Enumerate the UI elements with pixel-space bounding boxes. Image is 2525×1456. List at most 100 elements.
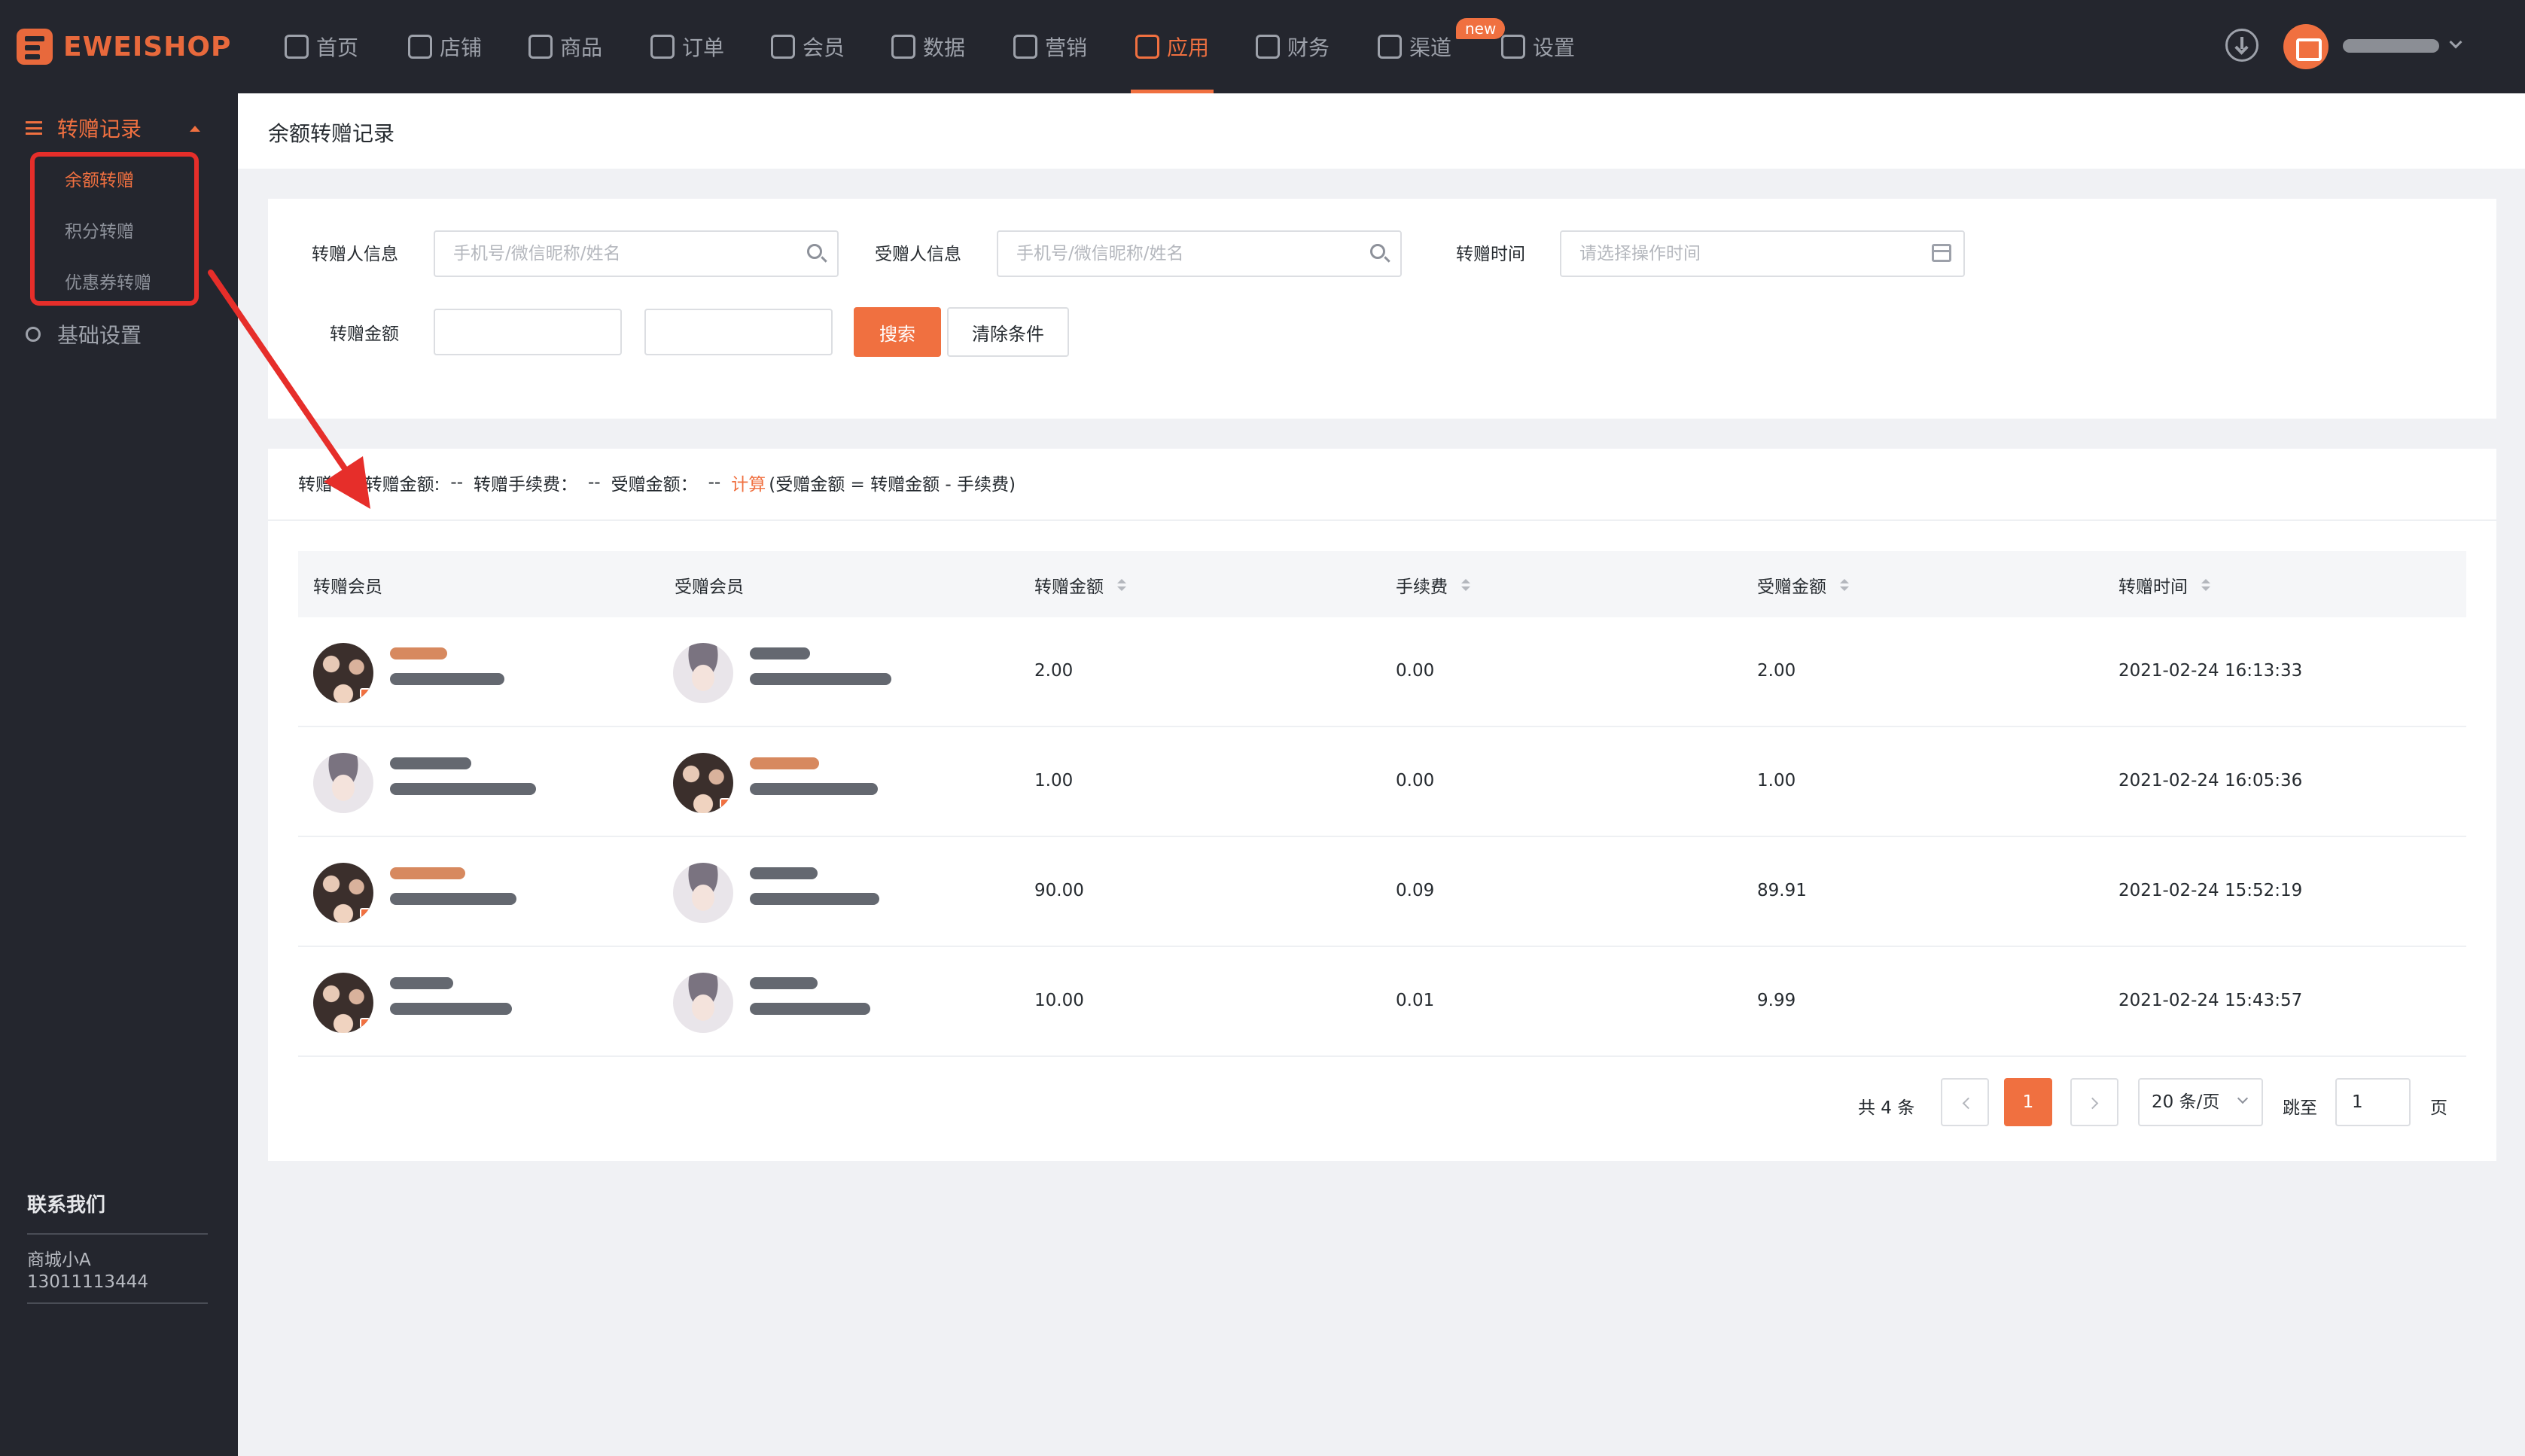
receiver-avatar [673, 753, 733, 813]
calendar-icon[interactable] [1932, 244, 1951, 262]
fee: 0.01 [1396, 991, 1435, 1010]
app-icon [1135, 35, 1159, 59]
nav-label: 渠道 [1409, 35, 1452, 60]
page-size-select[interactable]: 20 条/页 [2138, 1078, 2263, 1126]
table-header: 转赠会员 受赠会员 转赠金额 手续费 受赠金额 转赠时间 [298, 551, 2466, 617]
receiver-avatar [673, 643, 733, 703]
page-size-value: 20 条/页 [2152, 1092, 2220, 1112]
nav-item-marketing[interactable]: 营销 [1013, 0, 1087, 93]
nav-item-goods[interactable]: 商品 [528, 0, 602, 93]
amount-min-input[interactable] [434, 309, 622, 355]
sidebar-item-label: 基础设置 [57, 323, 142, 348]
nav-item-apps[interactable]: 应用 [1130, 0, 1214, 93]
download-icon[interactable] [2225, 29, 2258, 62]
table-row: 90.00 0.09 89.91 2021-02-24 15:52:19 [298, 837, 2466, 947]
nav-item-members[interactable]: 会员 [771, 0, 845, 93]
giver-avatar [313, 973, 373, 1033]
member-badge-icon [720, 798, 730, 809]
summary-received-value: -- [708, 473, 721, 492]
member-badge-icon [360, 688, 370, 699]
transfer-time: 2021-02-24 16:05:36 [2118, 771, 2303, 790]
transfer-time: 2021-02-24 15:52:19 [2118, 881, 2303, 900]
giver-info-input[interactable] [434, 230, 839, 277]
current-page-button[interactable]: 1 [2004, 1078, 2052, 1126]
sort-icon[interactable] [2201, 579, 2210, 591]
nav-item-data[interactable]: 数据 [891, 0, 965, 93]
transfer-amount: 1.00 [1034, 771, 1074, 790]
account-name-redacted[interactable] [2343, 39, 2439, 53]
column-fee[interactable]: 手续费 [1396, 572, 1470, 598]
prev-page-button[interactable] [1941, 1078, 1989, 1126]
sort-icon[interactable] [1840, 579, 1849, 591]
data-icon [891, 35, 915, 59]
nav-label: 数据 [923, 35, 966, 60]
nav-label: 店铺 [440, 35, 483, 60]
nav-item-orders[interactable]: 订单 [650, 0, 724, 93]
store-icon [408, 35, 432, 59]
column-label: 受赠金额 [1757, 577, 1826, 597]
column-label: 手续费 [1396, 577, 1448, 597]
summary-fee-label: 转赠手续费： [474, 475, 577, 495]
column-transfer-amount[interactable]: 转赠金额 [1034, 572, 1126, 598]
sidebar-group-transfer-records[interactable]: 转赠记录 [26, 111, 142, 145]
goods-icon [528, 35, 553, 59]
gear-icon [26, 327, 41, 342]
search-button[interactable]: 搜索 [854, 307, 941, 357]
chevron-down-icon[interactable] [2449, 35, 2463, 49]
received-amount: 2.00 [1757, 661, 1796, 681]
sort-icon[interactable] [1461, 579, 1470, 591]
giver-phone-redacted [390, 893, 516, 905]
nav-label: 订单 [682, 35, 725, 60]
receiver-info-input[interactable] [997, 230, 1402, 277]
filter-panel: 转赠人信息 受赠人信息 转赠时间 转赠金额 搜索 清除条件 [268, 199, 2496, 419]
giver-name-redacted [390, 757, 471, 769]
caret-up-icon[interactable] [190, 126, 200, 132]
sidebar-item-basic-settings[interactable]: 基础设置 [26, 319, 142, 349]
home-icon [285, 35, 309, 59]
nav-item-home[interactable]: 首页 [285, 0, 358, 93]
settings-icon [1501, 35, 1525, 59]
clear-conditions-button[interactable]: 清除条件 [947, 307, 1069, 357]
search-icon[interactable] [1370, 244, 1385, 259]
search-icon[interactable] [807, 244, 822, 259]
sort-icon[interactable] [1117, 579, 1126, 591]
nav-item-store[interactable]: 店铺 [408, 0, 482, 93]
fee: 0.09 [1396, 881, 1435, 900]
records-panel: 转赠 4 转赠金额: -- 转赠手续费： -- 受赠金额： -- 计算 (受赠金… [268, 449, 2496, 1161]
summary-bar: 转赠 4 转赠金额: -- 转赠手续费： -- 受赠金额： -- 计算 (受赠金… [298, 470, 1026, 495]
jump-page-input[interactable] [2335, 1078, 2411, 1126]
summary-formula: (受赠金额 = 转赠金额 - 手续费) [769, 475, 1016, 495]
calculate-link[interactable]: 计算 [731, 470, 766, 495]
transfer-time: 2021-02-24 15:43:57 [2118, 991, 2303, 1010]
nav-item-finance[interactable]: 财务 [1256, 0, 1330, 93]
next-page-button[interactable] [2070, 1078, 2118, 1126]
nav-item-channels[interactable]: 渠道 [1378, 0, 1451, 93]
receiver-name-redacted [750, 757, 819, 769]
contact-title: 联系我们 [27, 1194, 106, 1217]
brand-logo[interactable]: EWEISHOP [17, 29, 231, 65]
fee: 0.00 [1396, 771, 1435, 790]
amount-max-input[interactable] [644, 309, 833, 355]
nav-label: 商品 [560, 35, 603, 60]
summary-fee-value: -- [588, 473, 601, 492]
table-row: 1.00 0.00 1.00 2021-02-24 16:05:36 [298, 727, 2466, 837]
shop-avatar[interactable] [2283, 24, 2329, 69]
column-transfer-time[interactable]: 转赠时间 [2118, 572, 2210, 598]
column-label: 转赠金额 [1034, 577, 1104, 597]
receiver-phone-redacted [750, 1003, 870, 1015]
giver-name-redacted [390, 867, 465, 879]
divider [27, 1233, 208, 1235]
contact-phone: 13011113444 [27, 1272, 148, 1292]
list-icon [26, 121, 42, 135]
channel-icon [1378, 35, 1402, 59]
nav-item-settings[interactable]: 设置 [1501, 0, 1575, 93]
page-header: 余额转赠记录 [238, 93, 2525, 169]
summary-count-label: 转赠 [298, 475, 333, 495]
nav-label: 应用 [1167, 35, 1210, 60]
receiver-name-redacted [750, 647, 810, 659]
column-received-amount[interactable]: 受赠金额 [1757, 572, 1849, 598]
contact-name: 商城小A [27, 1250, 91, 1270]
giver-info-label: 转赠人信息 [312, 245, 398, 264]
transfer-time-picker[interactable] [1560, 230, 1965, 277]
summary-received-label: 受赠金额： [611, 475, 698, 495]
